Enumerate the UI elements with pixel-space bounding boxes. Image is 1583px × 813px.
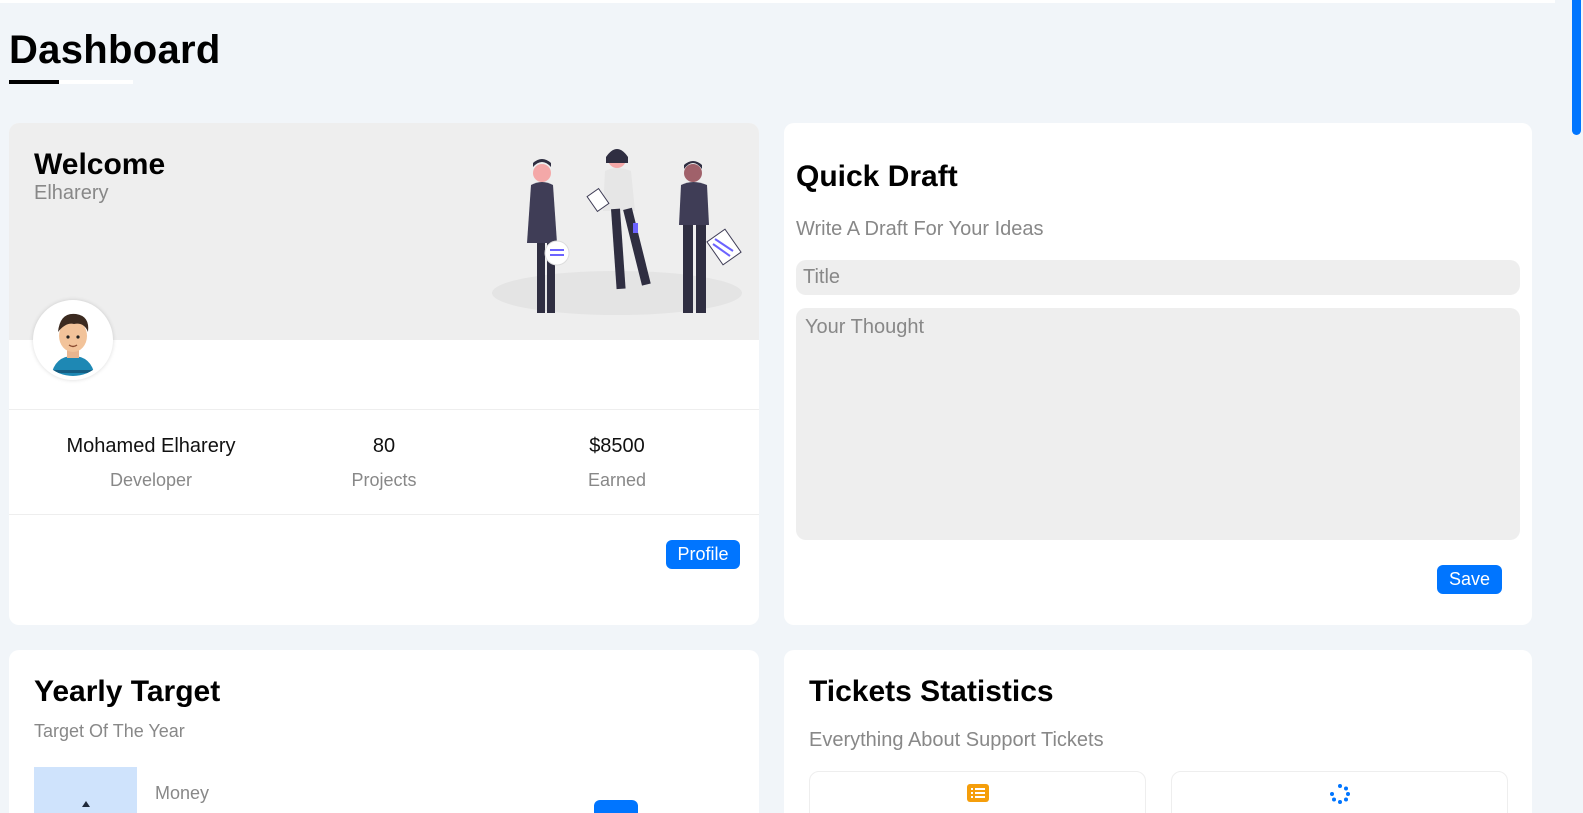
list-icon [967,784,989,802]
stat-label: Developer [109,470,193,490]
welcome-username: Elharery [34,182,109,204]
ticket-stat-box [1171,771,1508,813]
draft-thought-textarea[interactable]: Your Thought [796,308,1520,540]
target-progress-indicator [594,800,638,813]
tickets-heading: Tickets Statistics [809,675,1054,708]
tickets-subtitle: Everything About Support Tickets [809,729,1104,751]
page-title: Dashboard [9,28,221,72]
quick-draft-card: Quick Draft Write A Draft For Your Ideas… [784,123,1532,625]
welcome-heading: Welcome [34,148,166,181]
save-button[interactable]: Save [1437,565,1502,594]
tickets-statistics-card: Tickets Statistics Everything About Supp… [784,650,1532,813]
scrollbar[interactable] [1570,0,1583,813]
welcome-card: Welcome Elharery Mohamed Elharery Develo… [9,123,759,625]
stat-value: Mohamed Elharery [66,435,236,457]
money-icon-box [34,767,137,813]
user-avatar [33,300,113,380]
stat-earned: $8500 Earned [497,435,737,491]
stat-label: Projects [351,470,417,490]
money-icon [82,801,90,807]
yearly-subtitle: Target Of The Year [34,721,185,741]
title-underline [9,80,133,84]
target-label: Money [155,783,210,803]
stat-name: Mohamed Elharery Developer [31,435,271,491]
stat-value: 80 [372,435,396,457]
yearly-heading: Yearly Target [34,675,221,708]
team-illustration [492,149,742,315]
profile-button[interactable]: Profile [666,540,740,569]
stat-projects: 80 Projects [264,435,504,491]
stat-label: Earned [587,470,647,490]
stat-value: $8500 [589,435,645,457]
draft-heading: Quick Draft [796,160,958,193]
ticket-stat-box [809,771,1146,813]
draft-subtitle: Write A Draft For Your Ideas [796,218,1044,240]
spinner-icon [1330,784,1350,804]
divider [9,514,759,515]
scrollbar-thumb[interactable] [1572,0,1581,135]
top-border [0,0,1555,3]
draft-title-input[interactable]: Title [796,260,1520,295]
yearly-target-card: Yearly Target Target Of The Year Money [9,650,759,813]
divider [9,409,759,410]
